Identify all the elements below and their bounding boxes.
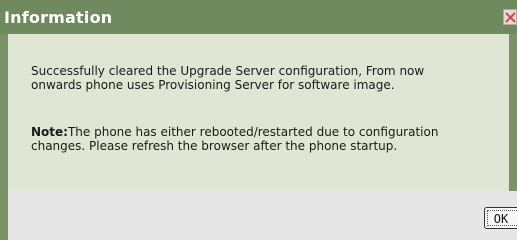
dialog-note: Note:The phone has either rebooted/resta… <box>31 125 471 153</box>
note-label: Note: <box>31 125 68 139</box>
dialog-message: Successfully cleared the Upgrade Server … <box>31 64 425 92</box>
dialog-titlebar[interactable]: Information <box>0 0 517 34</box>
dialog-title: Information <box>4 8 113 27</box>
close-x-icon <box>505 12 516 23</box>
information-dialog: Information Successfully cleared the Upg… <box>0 0 517 240</box>
note-text: The phone has either rebooted/restarted … <box>31 125 439 153</box>
dialog-footer <box>8 191 517 240</box>
ok-button[interactable]: OK <box>484 207 517 229</box>
close-button[interactable] <box>503 9 517 25</box>
dialog-border-right <box>509 34 517 191</box>
dialog-body <box>8 34 509 191</box>
dialog-border-left <box>0 34 8 240</box>
